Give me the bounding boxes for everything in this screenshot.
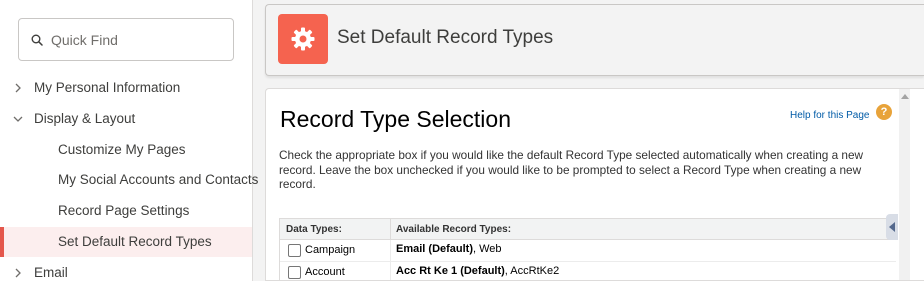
- chevron-right-icon: [15, 268, 21, 278]
- page-header: Set Default Record Types: [265, 4, 924, 76]
- collapse-panel-handle[interactable]: [886, 214, 898, 240]
- available-record-types: Email (Default), Web: [396, 243, 502, 255]
- nav-label: Customize My Pages: [58, 142, 186, 157]
- table-row: Account Acc Rt Ke 1 (Default), AccRtKe2: [280, 262, 896, 280]
- nav-label: Email: [34, 265, 68, 280]
- column-divider: [390, 262, 391, 280]
- nav-label: My Social Accounts and Contacts: [58, 172, 259, 187]
- nav-label: Display & Layout: [34, 111, 136, 126]
- chevron-down-icon: [13, 116, 23, 122]
- nav-email[interactable]: Email: [0, 258, 252, 281]
- chevron-right-icon: [15, 83, 21, 93]
- table-row: Campaign Email (Default), Web: [280, 240, 896, 262]
- quick-find-box[interactable]: [18, 18, 234, 61]
- gear-icon: [291, 27, 315, 51]
- default-checkbox-campaign[interactable]: [288, 244, 301, 257]
- column-header-data-types: Data Types:: [286, 224, 342, 235]
- quick-find-input[interactable]: [51, 28, 227, 52]
- table-header: Data Types: Available Record Types:: [280, 219, 896, 240]
- nav-my-social-accounts[interactable]: My Social Accounts and Contacts: [0, 165, 258, 195]
- nav-customize-my-pages[interactable]: Customize My Pages: [0, 135, 252, 165]
- instructions-text: Check the appropriate box if you would l…: [279, 148, 864, 191]
- search-icon: [31, 34, 43, 46]
- default-record-type: Acc Rt Ke 1 (Default): [396, 265, 505, 277]
- nav-set-default-record-types[interactable]: Set Default Record Types: [0, 227, 252, 257]
- setup-sidebar: My Personal Information Display & Layout…: [0, 0, 258, 281]
- data-type-name: Account: [305, 266, 345, 278]
- nav-label: Record Page Settings: [58, 203, 190, 218]
- column-header-available-types: Available Record Types:: [396, 224, 512, 235]
- other-record-types: , Web: [473, 243, 502, 255]
- page-title: Set Default Record Types: [337, 27, 554, 48]
- help-icon[interactable]: ?: [876, 104, 892, 120]
- nav-label: Set Default Record Types: [58, 234, 212, 249]
- help-link[interactable]: Help for this Page: [790, 110, 870, 121]
- column-divider: [390, 240, 391, 262]
- nav-my-personal-information[interactable]: My Personal Information: [0, 73, 252, 103]
- other-record-types: , AccRtKe2: [504, 265, 560, 277]
- record-type-selection-panel: Record Type Selection Help for this Page…: [265, 88, 924, 281]
- column-divider: [390, 219, 391, 240]
- record-types-table: Data Types: Available Record Types: Camp…: [279, 218, 896, 280]
- default-checkbox-account[interactable]: [288, 266, 301, 279]
- nav-record-page-settings[interactable]: Record Page Settings: [0, 196, 252, 226]
- data-type-name: Campaign: [305, 244, 356, 256]
- vertical-scrollbar[interactable]: [899, 89, 910, 280]
- default-record-type: Email (Default): [396, 243, 474, 255]
- chevron-left-icon: [889, 222, 895, 232]
- nav-label: My Personal Information: [34, 80, 181, 95]
- nav-display-layout[interactable]: Display & Layout: [0, 104, 252, 134]
- section-heading: Record Type Selection: [280, 106, 511, 132]
- scroll-up-icon[interactable]: [901, 94, 909, 99]
- header-badge: [278, 14, 328, 64]
- available-record-types: Acc Rt Ke 1 (Default), AccRtKe2: [396, 265, 559, 277]
